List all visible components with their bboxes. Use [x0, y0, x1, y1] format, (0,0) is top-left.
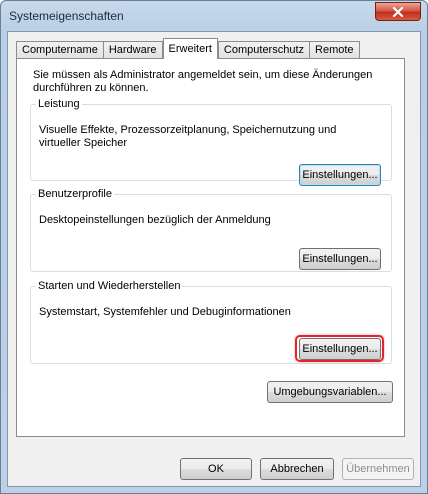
startup-recovery-group: Starten und Wiederherstellen Systemstart… [30, 280, 392, 364]
tab-remote[interactable]: Remote [309, 41, 360, 59]
ok-button[interactable]: OK [180, 458, 252, 480]
close-icon [392, 6, 404, 17]
performance-description: Visuelle Effekte, Prozessorzeitplanung, … [39, 124, 337, 149]
environment-variables-button[interactable]: Umgebungsvariablen... [267, 381, 393, 403]
user-profiles-settings-button[interactable]: Einstellungen... [299, 248, 381, 270]
window-title: Systemeigenschaften [9, 9, 124, 23]
tab-hardware[interactable]: Hardware [102, 41, 163, 59]
tab-strip: Computername Hardware Erweitert Computer… [16, 37, 360, 59]
system-properties-window: Systemeigenschaften Computername Hardwar… [0, 0, 428, 494]
title-bar[interactable]: Systemeigenschaften [1, 1, 427, 31]
tab-system-protection[interactable]: Computerschutz [217, 41, 311, 59]
user-profiles-description: Desktopeinstellungen bezüglich der Anmel… [39, 214, 271, 226]
admin-notice: Sie müssen als Administrator angemeldet … [33, 69, 373, 94]
tab-advanced[interactable]: Erweitert [162, 38, 218, 59]
apply-button[interactable]: Übernehmen [342, 458, 414, 480]
user-profiles-group-title: Benutzerprofile [38, 188, 112, 200]
startup-recovery-settings-button[interactable]: Einstellungen... [299, 338, 381, 360]
tab-computername[interactable]: Computername [16, 41, 104, 59]
performance-group: Leistung Visuelle Effekte, Prozessorzeit… [30, 98, 392, 186]
user-profiles-group: Benutzerprofile Desktopeinstellungen bez… [30, 188, 392, 272]
advanced-tab-panel: Sie müssen als Administrator angemeldet … [16, 58, 405, 437]
performance-group-title: Leistung [38, 98, 80, 110]
close-button[interactable] [375, 2, 421, 21]
startup-recovery-description: Systemstart, Systemfehler und Debuginfor… [39, 306, 291, 318]
performance-settings-button[interactable]: Einstellungen... [299, 164, 381, 186]
cancel-button[interactable]: Abbrechen [260, 458, 334, 480]
startup-recovery-group-title: Starten und Wiederherstellen [38, 280, 181, 292]
dialog-client: Computername Hardware Erweitert Computer… [7, 31, 421, 487]
